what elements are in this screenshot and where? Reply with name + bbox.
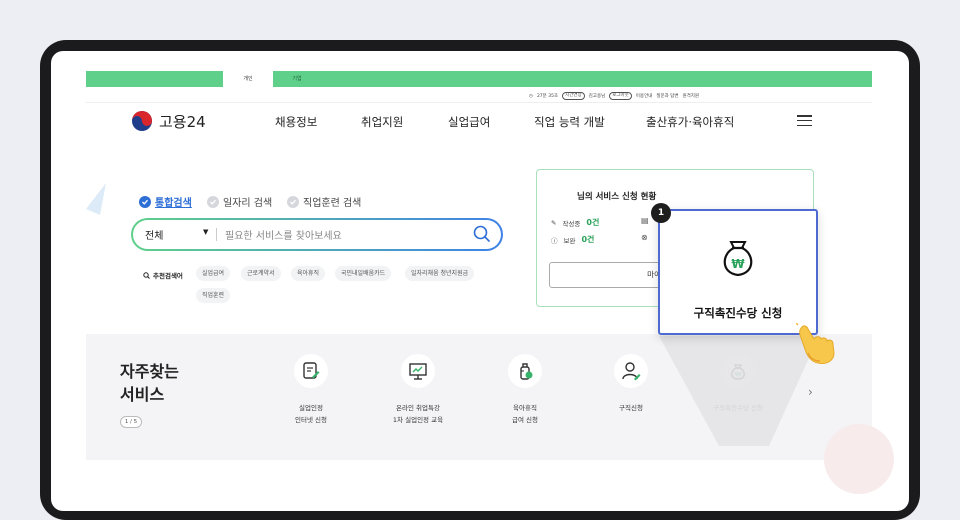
nav-item-employment-support[interactable]: 취업지원	[361, 114, 403, 130]
divider	[86, 102, 872, 103]
keyword-chip[interactable]: 육아휴직	[291, 266, 326, 281]
nav-item-parental-leave[interactable]: 출산휴가·육아휴직	[646, 114, 734, 130]
status-label: 보완	[563, 236, 576, 245]
browser-screen: 개인 기업 ◷ 27분 35초 시간연장 김고용님 로그아웃 이용안내 질문과 …	[51, 51, 909, 511]
service-item[interactable]: 온라인 취업특강 1차 실업인정 교육	[363, 354, 473, 426]
utility-bar: ◷ 27분 35초 시간연장 김고용님 로그아웃 이용안내 질문과 답변 원격지…	[529, 89, 699, 103]
check-circle-icon	[287, 195, 299, 208]
pager: 1 / 5	[120, 416, 142, 428]
util-link-qna[interactable]: 질문과 답변	[656, 93, 678, 99]
util-link-remote[interactable]: 원격지원	[683, 93, 700, 99]
decorative-blob	[824, 424, 894, 494]
radio-integrated-search[interactable]: 통합검색	[139, 194, 192, 209]
logout-button[interactable]: 로그아웃	[609, 92, 632, 100]
dropdown-caret-icon[interactable]: ▼	[203, 228, 208, 236]
cancel-circle-icon: ⊗	[641, 233, 648, 242]
session-timer: 27분 35초	[536, 94, 559, 99]
recommended-keywords-label: 추천검색어	[143, 270, 183, 280]
radio-training-search[interactable]: 직업훈련 검색	[287, 194, 361, 209]
nav-item-jobs[interactable]: 채용정보	[275, 114, 317, 130]
hamburger-menu-icon[interactable]	[797, 115, 812, 127]
keyword-chip[interactable]: 직업훈련	[196, 288, 231, 303]
frequent-services-title: 자주찾는 서비스	[120, 362, 179, 404]
status-row-draft[interactable]: ✎ 작성중 0건	[551, 217, 599, 228]
keyword-chip[interactable]: 국민내일배움카드	[335, 266, 392, 281]
search-input[interactable]: 필요한 서비스를 찾아보세요	[225, 227, 342, 242]
keyword-chip[interactable]: 근로계약서	[241, 266, 281, 281]
search-scope-select[interactable]: 전체	[145, 227, 163, 242]
presentation-board-icon	[401, 354, 435, 388]
svg-text:₩: ₩	[731, 257, 745, 271]
keyword-chip[interactable]: 실업급여	[196, 266, 231, 281]
tab-personal[interactable]: 개인	[223, 71, 273, 87]
card-label: 구직촉진수당 신청	[693, 306, 783, 320]
money-bag-icon: ₩	[723, 241, 753, 277]
radio-job-search[interactable]: 일자리 검색	[207, 194, 272, 209]
service-label: 온라인 취업특강 1차 실업인정 교육	[392, 404, 444, 424]
recommended-label-text: 추천검색어	[153, 272, 183, 280]
search-box: 전체 ▼ 필요한 서비스를 찾아보세요	[131, 218, 503, 251]
calendar-icon: ▤	[641, 216, 649, 225]
pencil-icon: ✎	[551, 218, 557, 227]
my-page-button[interactable]: 마이	[549, 262, 669, 288]
clock-icon: ◷	[529, 93, 533, 99]
top-tab-bar: 개인 기업	[86, 71, 872, 87]
baby-bottle-icon	[508, 354, 542, 388]
status-count: 0건	[586, 218, 600, 227]
util-link-guide[interactable]: 이용안내	[636, 93, 653, 99]
tab-corporate[interactable]: 기업	[273, 71, 321, 87]
radio-label: 직업훈련 검색	[303, 198, 362, 209]
service-label: 실업인정 인터넷 신청	[295, 404, 327, 424]
check-circle-icon	[139, 195, 151, 208]
nav-item-unemployment-benefit[interactable]: 실업급여	[448, 114, 490, 130]
service-item[interactable]: 육아휴직 급여 신청	[470, 354, 580, 426]
service-label: 육아휴직 급여 신청	[512, 404, 538, 424]
logo-text: 고용24	[159, 112, 206, 131]
status-title: 님의 서비스 신청 현황	[577, 192, 657, 202]
extend-time-button[interactable]: 시간연장	[562, 92, 585, 100]
user-name: 김고용님	[588, 94, 606, 99]
decorative-shape	[86, 183, 106, 215]
highlight-card-job-seeking-allowance[interactable]: ₩ 구직촉진수당 신청	[658, 209, 818, 335]
status-count: 0건	[581, 235, 595, 244]
site-logo[interactable]: 고용24	[131, 110, 206, 132]
document-pen-icon	[294, 354, 328, 388]
check-circle-icon	[207, 195, 219, 208]
search-icon[interactable]	[473, 225, 491, 243]
pointing-hand-icon	[796, 323, 835, 364]
person-pen-icon	[614, 354, 648, 388]
keyword-chip[interactable]: 일자리채움 청년지원금	[405, 266, 475, 281]
divider	[216, 228, 217, 241]
step-badge: 1	[651, 203, 671, 223]
service-item[interactable]: 실업인정 인터넷 신청	[256, 354, 366, 426]
search-icon	[143, 271, 150, 279]
taegeuk-logo-icon	[132, 111, 152, 131]
status-row-supplement[interactable]: ⓘ 보완 0건	[551, 234, 594, 245]
radio-label: 통합검색	[155, 198, 192, 209]
radio-label: 일자리 검색	[223, 198, 273, 209]
status-label: 작성중	[562, 219, 581, 228]
nav-item-job-skills[interactable]: 직업 능력 개발	[534, 114, 605, 130]
alert-circle-icon: ⓘ	[551, 236, 558, 245]
